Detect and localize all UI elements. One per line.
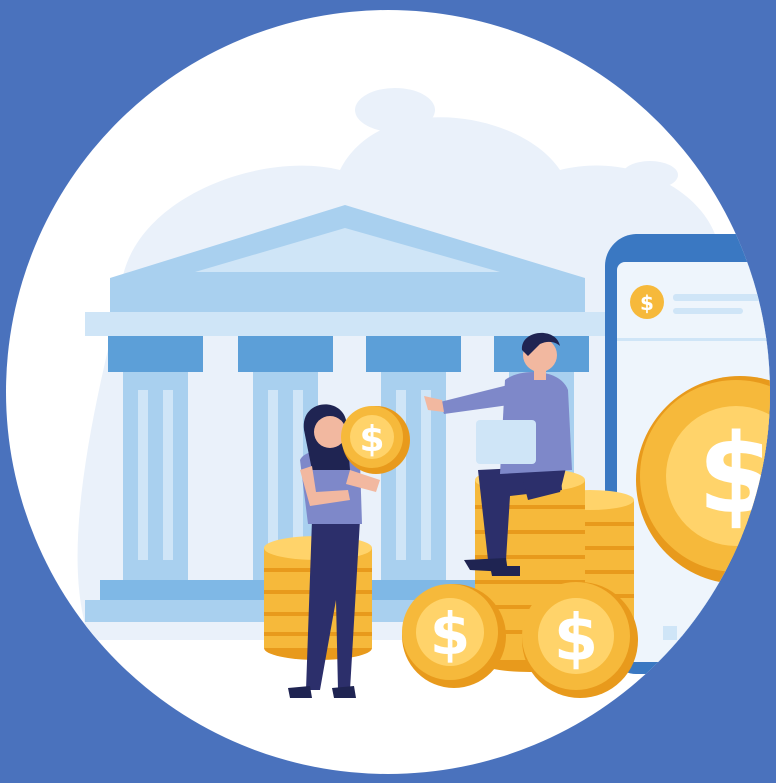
svg-text:$: $ <box>640 291 654 315</box>
front-coin-right: $ <box>522 582 638 698</box>
cloud-blob-right <box>622 161 678 189</box>
svg-text:$: $ <box>430 600 470 668</box>
woman-shoe <box>288 686 312 698</box>
finance-illustration: $ $ $ $ $ <box>0 0 776 783</box>
front-coin-left: $ <box>402 584 506 688</box>
svg-text:$: $ <box>554 602 599 676</box>
laptop-icon <box>476 420 536 464</box>
illustration-canvas: $ $ $ $ $ <box>0 0 776 783</box>
cloud-blob-small <box>355 88 435 132</box>
svg-text:$: $ <box>359 419 384 460</box>
phone-home-icon <box>663 626 677 640</box>
